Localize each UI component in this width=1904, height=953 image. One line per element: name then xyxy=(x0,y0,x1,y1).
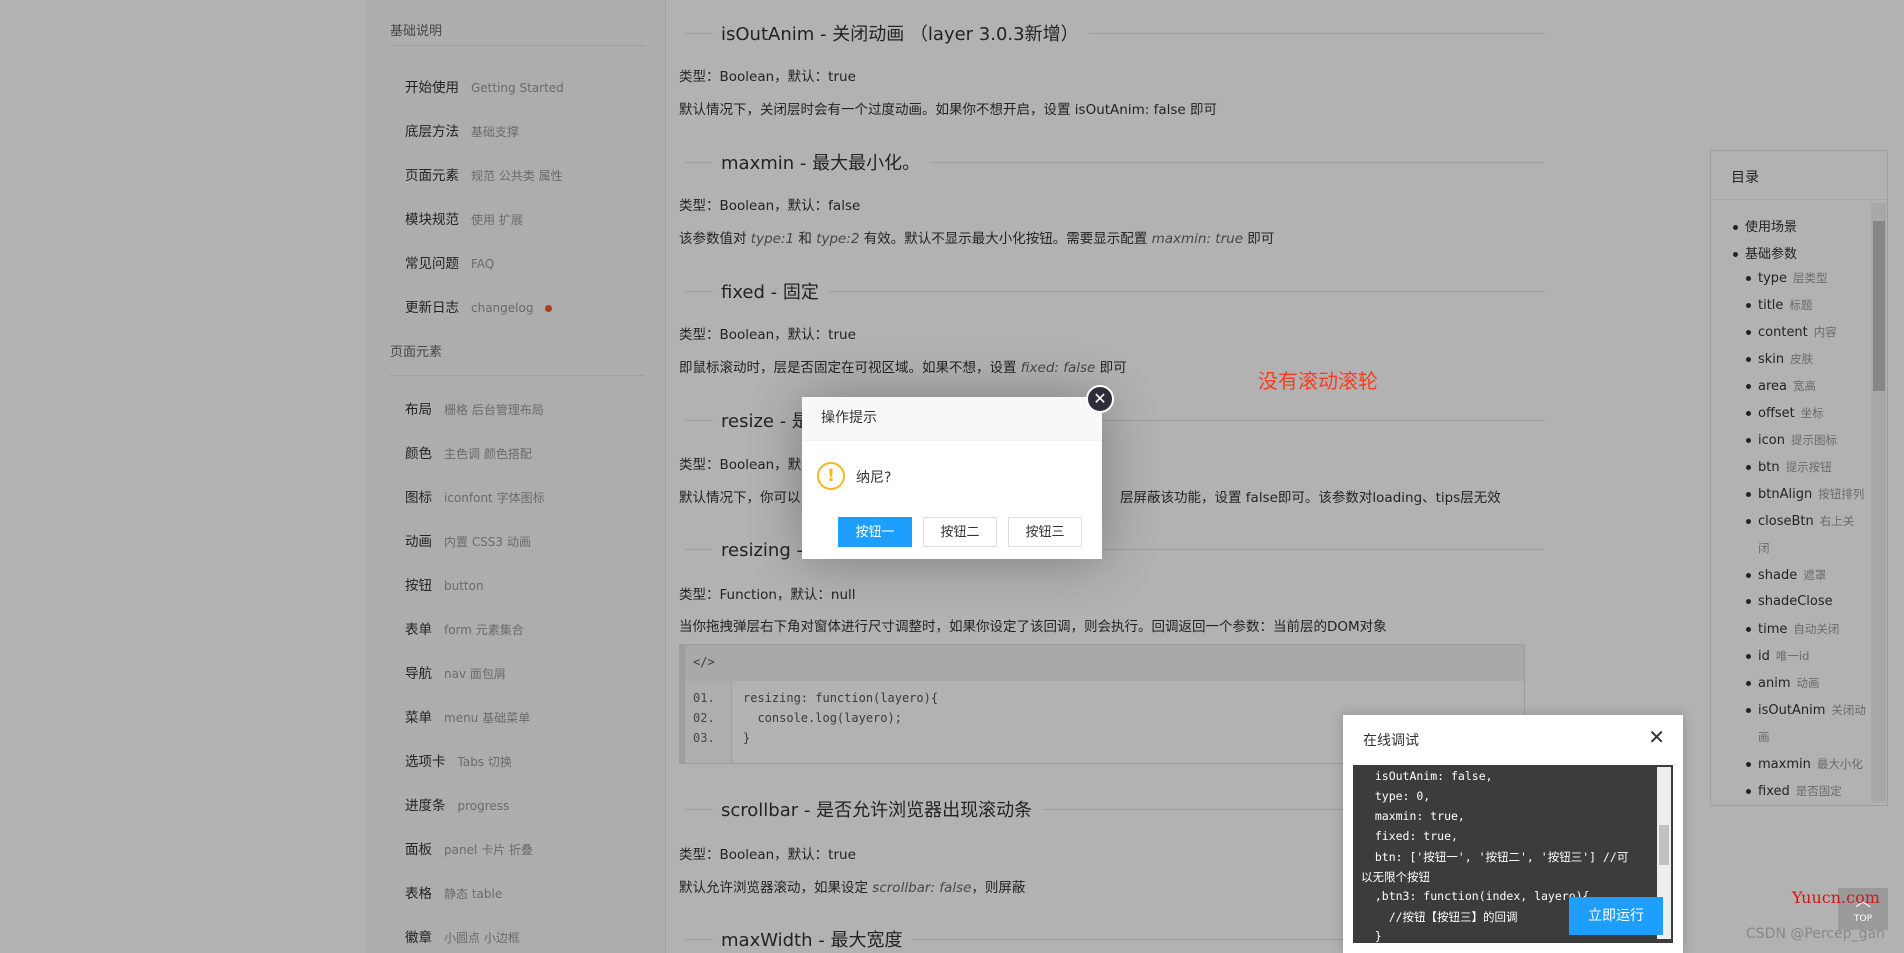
csdn-watermark: CSDN @Percep_gan xyxy=(1746,926,1885,942)
debug-code-line: isOutAnim: false, xyxy=(1361,769,1493,783)
run-button[interactable]: 立即运行 xyxy=(1569,897,1663,935)
button-three[interactable]: 按钮三 xyxy=(1008,517,1082,547)
close-icon[interactable]: ✕ xyxy=(1648,725,1665,749)
debug-panel-title: 在线调试 xyxy=(1363,733,1419,749)
debug-code-line: btn: ['按钮一', '按钮二', '按钮三'] //可 xyxy=(1361,850,1629,864)
debug-code-line: maxmin: true, xyxy=(1361,809,1465,823)
button-two[interactable]: 按钮二 xyxy=(923,517,997,547)
debug-code-line: fixed: true, xyxy=(1361,829,1458,843)
dialog-title: 操作提示 xyxy=(802,397,1102,441)
debug-scrollbar-thumb[interactable] xyxy=(1659,825,1669,865)
warning-icon: ! xyxy=(817,462,845,490)
debug-code-line: 以无限个按钮 xyxy=(1361,870,1430,884)
debug-code-line: //按钮【按钮三】的回调 xyxy=(1361,910,1518,924)
button-one[interactable]: 按钮一 xyxy=(838,517,912,547)
back-to-top-label: TOP xyxy=(1853,914,1872,924)
close-icon[interactable]: ✕ xyxy=(1086,385,1114,413)
alert-dialog: 操作提示 ✕ ! 纳尼? 按钮一 按钮二 按钮三 xyxy=(802,385,1114,559)
dialog-message: 纳尼? xyxy=(856,470,892,486)
debug-code-line: ,btn3: function(index, layero){ xyxy=(1361,889,1590,903)
debug-code-line: } xyxy=(1361,929,1382,943)
site-watermark: Yuucn.com xyxy=(1792,888,1880,907)
annotation-text: 没有滚动滚轮 xyxy=(1258,369,1378,393)
debug-code-line: type: 0, xyxy=(1361,789,1431,803)
